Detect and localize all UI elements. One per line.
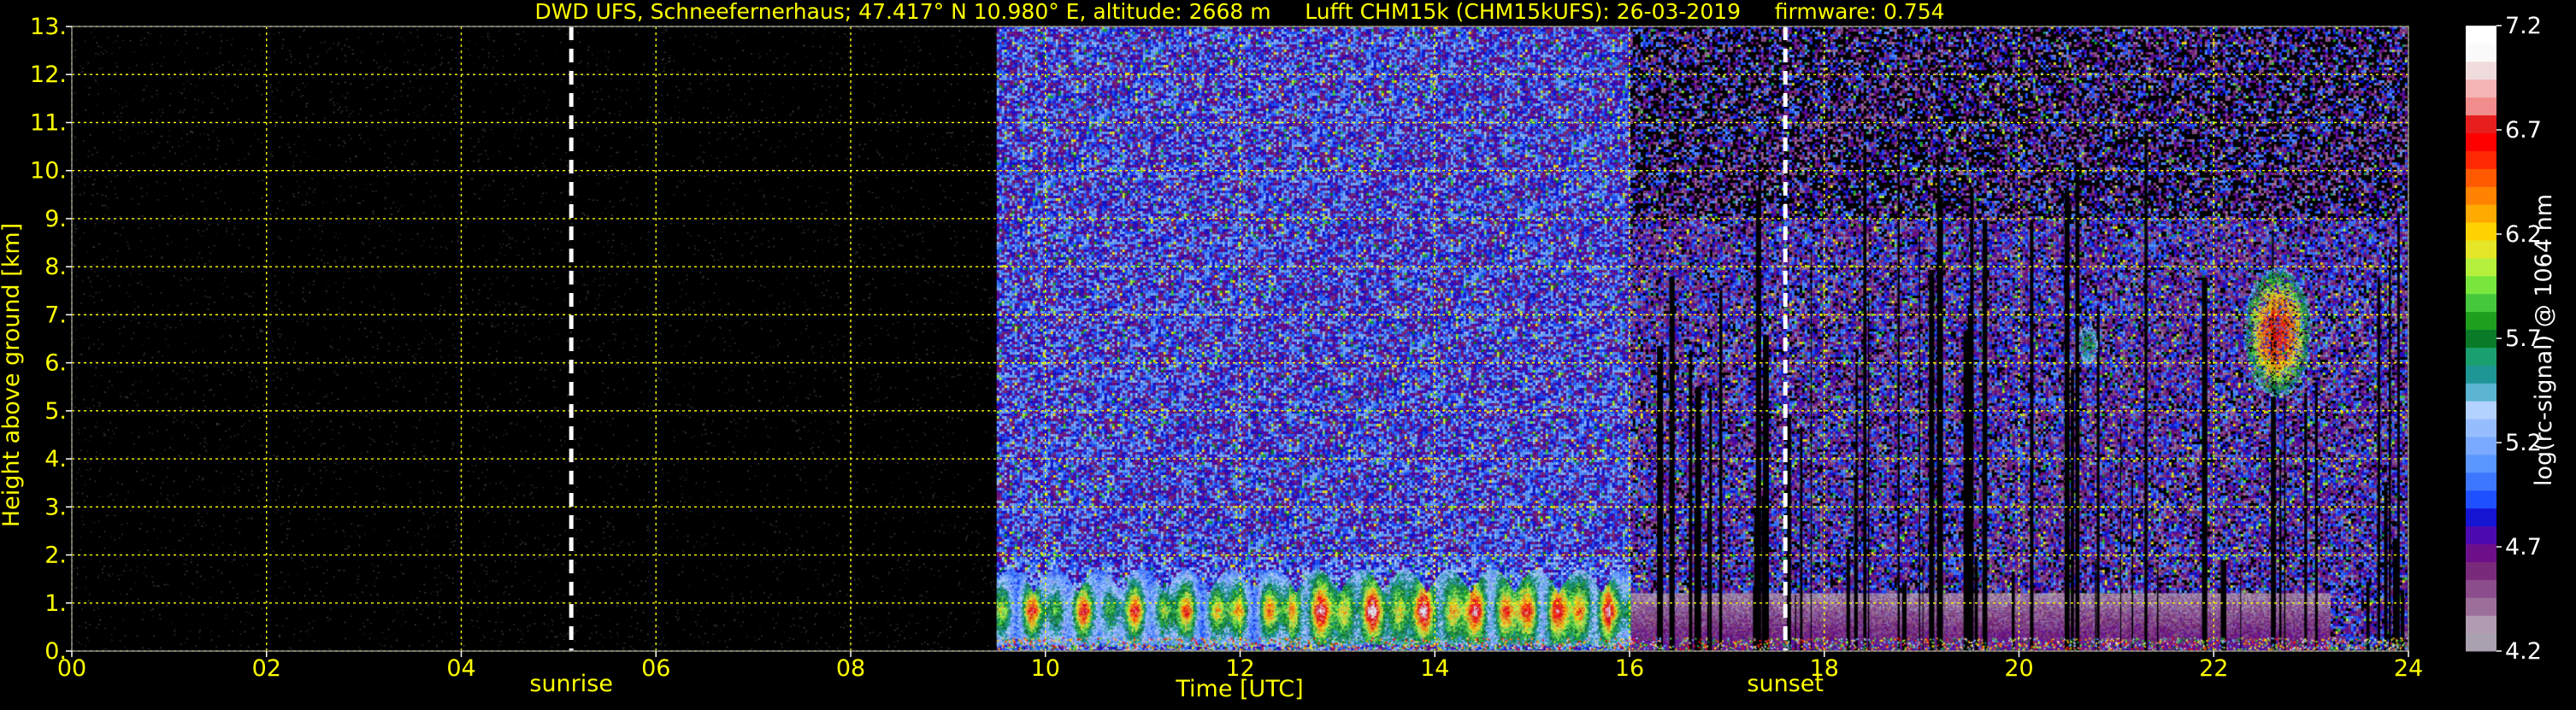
y-tick-label: 0. (44, 638, 67, 665)
x-tick-label: 22 (2199, 655, 2228, 682)
colorbar-swatch (2466, 633, 2496, 652)
y-tick-label: 10. (30, 158, 67, 185)
y-tick-label: 1. (44, 590, 67, 617)
colorbar-swatch (2466, 347, 2496, 366)
colorbar-swatch (2466, 275, 2496, 295)
colorbar-swatch (2466, 43, 2496, 62)
colorbar-swatch (2466, 186, 2496, 205)
y-tick-label: 5. (44, 398, 67, 425)
colorbar-swatch (2466, 132, 2496, 151)
colorbar-swatch (2466, 543, 2496, 562)
colorbar-swatch (2466, 97, 2496, 116)
colorbar-swatch (2466, 150, 2496, 169)
colorbar-tick-label: 4.7 (2505, 534, 2542, 560)
y-tick-label: 12. (30, 62, 67, 88)
colorbar-swatch (2466, 365, 2496, 384)
x-axis-label: Time [UTC] (1175, 676, 1303, 702)
x-tick-label: 20 (2004, 655, 2033, 682)
x-tick-label: 06 (641, 655, 670, 682)
sunrise-label: sunrise (529, 671, 613, 697)
x-tick-label: 18 (1810, 655, 1839, 682)
colorbar-swatch (2466, 311, 2496, 331)
colorbar-swatch (2466, 561, 2496, 580)
colorbar-swatch (2466, 257, 2496, 277)
colorbar-label: log(rc-signal) @ 1064 nm (2531, 194, 2557, 486)
x-tick-label: 08 (836, 655, 865, 682)
y-tick-label: 2. (44, 543, 67, 569)
y-tick-label: 8. (44, 254, 67, 280)
y-tick-label: 13. (30, 14, 67, 40)
x-tick-label: 02 (252, 655, 281, 682)
y-axis-label: Height above ground [km] (0, 223, 25, 527)
y-tick-label: 3. (44, 494, 67, 520)
colorbar-tick-label: 6.7 (2505, 117, 2542, 144)
colorbar-swatch (2466, 26, 2496, 44)
ceilometer-backscatter-chart: sunrise sunset 00 02 04 06 08 10 12 14 16 18 20 22 24… (0, 0, 2576, 706)
colorbar-swatch (2466, 437, 2496, 455)
x-tick-label: 04 (446, 655, 475, 682)
colorbar-swatch (2466, 615, 2496, 634)
colorbar-swatch (2466, 79, 2496, 98)
colorbar-swatch (2466, 168, 2496, 187)
colorbar-swatch (2466, 401, 2496, 420)
colorbar-swatch (2466, 525, 2496, 545)
colorbar-swatch (2466, 490, 2496, 509)
colorbar-swatch (2466, 579, 2496, 598)
colorbar-tick-label: 4.2 (2505, 638, 2542, 665)
x-tick-label: 10 (1031, 655, 1060, 682)
x-tick-label: 24 (2394, 655, 2423, 682)
colorbar-swatch (2466, 329, 2496, 348)
colorbar-swatch (2466, 383, 2496, 402)
colorbar-swatch (2466, 419, 2496, 437)
colorbar-swatch (2466, 293, 2496, 313)
colorbar (2466, 26, 2496, 652)
colorbar-swatch (2466, 239, 2496, 259)
x-tick-label: 14 (1420, 655, 1449, 682)
colorbar-tick-label: 7.2 (2505, 13, 2542, 39)
y-tick-label: 7. (44, 302, 67, 328)
y-tick-label: 9. (44, 206, 67, 232)
y-tick-label: 4. (44, 446, 67, 472)
colorbar-swatch (2466, 61, 2496, 80)
colorbar-swatch (2466, 204, 2496, 223)
colorbar-swatch (2466, 472, 2496, 491)
colorbar-swatch (2466, 114, 2496, 133)
colorbar-swatch (2466, 454, 2496, 473)
x-tick-label: 16 (1615, 655, 1644, 682)
colorbar-swatch (2466, 508, 2496, 527)
y-tick-label: 11. (30, 109, 67, 136)
colorbar-swatch (2466, 597, 2496, 616)
colorbar-swatch (2466, 222, 2496, 241)
chart-canvas: sunrise sunset 00 02 04 06 08 10 12 14 16 18 20 22 24… (0, 0, 2576, 706)
chart-title: DWD UFS, Schneefernerhaus; 47.417° N 10.… (534, 0, 1944, 24)
y-tick-label: 6. (44, 350, 67, 377)
